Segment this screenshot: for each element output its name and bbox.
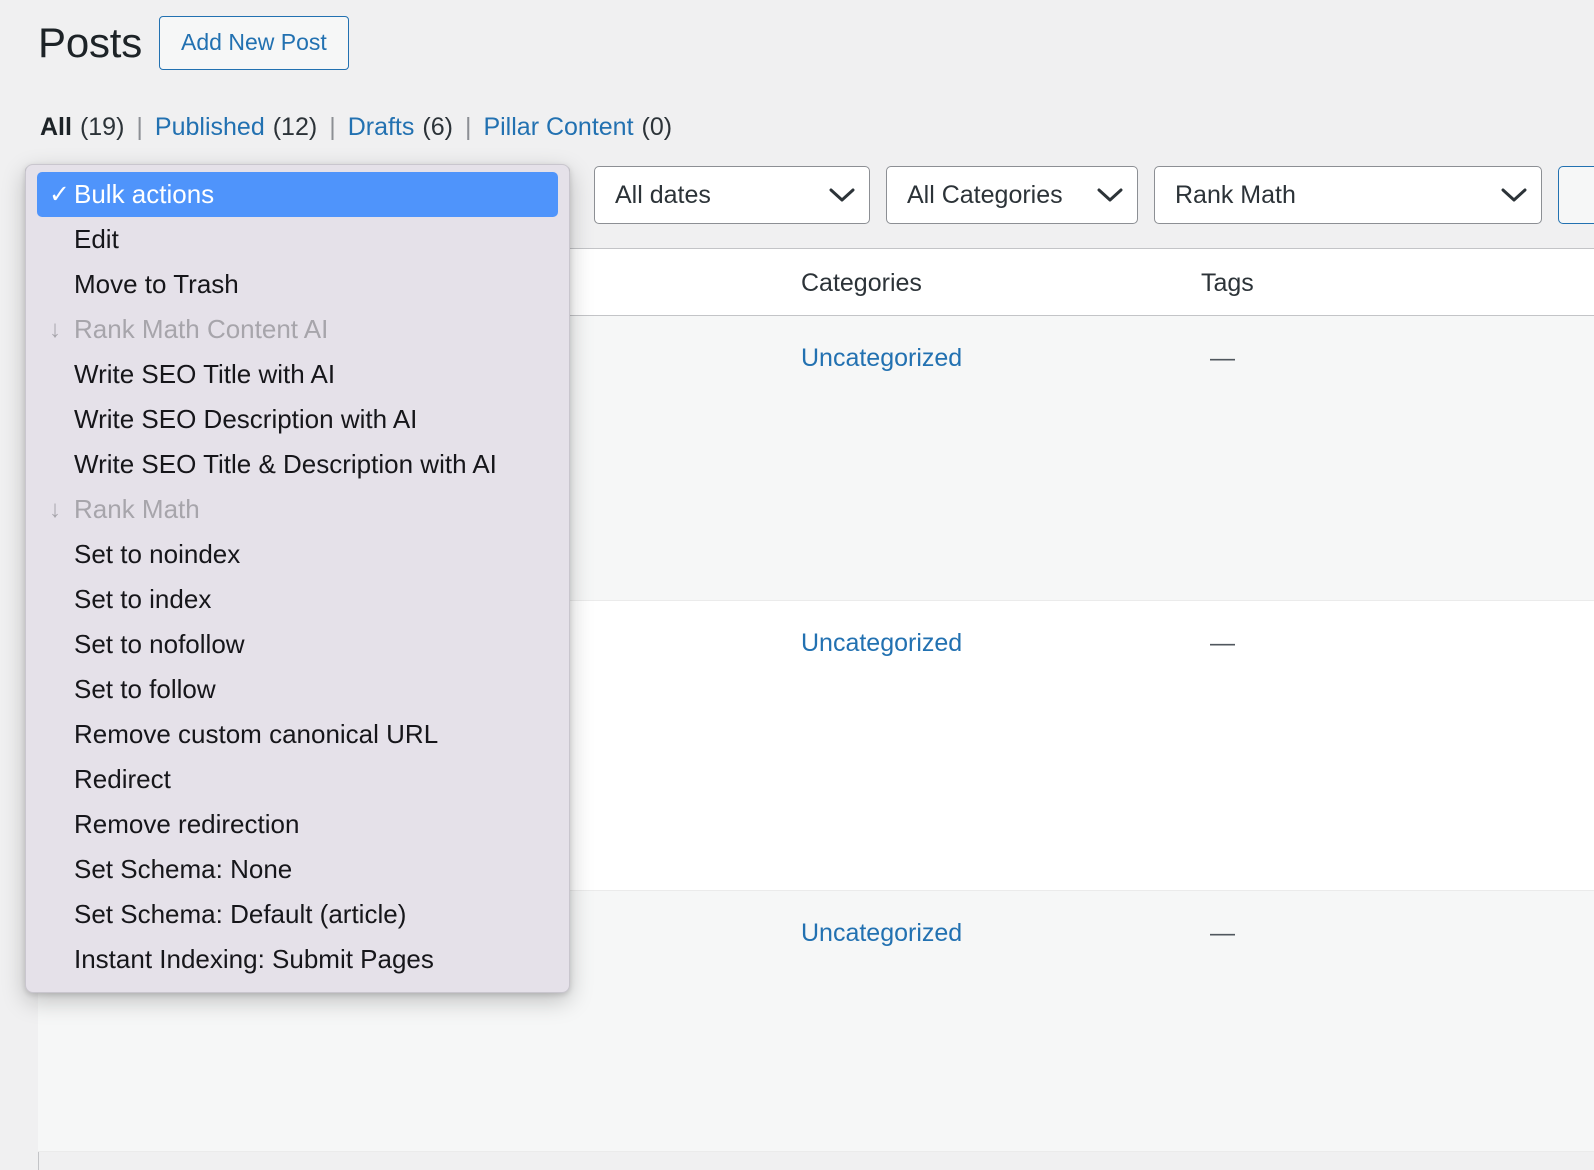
dropdown-item-label: Instant Indexing: Submit Pages	[74, 944, 434, 974]
dropdown-item-label: Set Schema: Default (article)	[74, 899, 407, 929]
dropdown-item-label: Set to follow	[74, 674, 216, 704]
dropdown-group-rank-math-content-ai: ↓ Rank Math Content AI	[26, 307, 569, 352]
dropdown-item-set-to-follow[interactable]: Set to follow	[26, 667, 569, 712]
chevron-down-icon	[811, 187, 855, 203]
dropdown-item-set-schema-default-article[interactable]: Set Schema: Default (article)	[26, 892, 569, 937]
category-filter-select[interactable]: All Categories	[886, 166, 1138, 224]
category-link[interactable]: Uncategorized	[801, 344, 962, 372]
dropdown-item-label: Move to Trash	[74, 269, 239, 299]
status-link-published[interactable]: Published (12)	[155, 113, 317, 142]
status-link-drafts-label: Drafts	[347, 113, 415, 141]
date-filter-select-value: All dates	[615, 180, 711, 209]
row-categories-cell: Uncategorized	[801, 629, 962, 658]
dropdown-item-label: Write SEO Description with AI	[74, 404, 418, 434]
status-link-drafts[interactable]: Drafts (6)	[348, 113, 453, 142]
dropdown-item-edit[interactable]: Edit	[26, 217, 569, 262]
arrow-down-icon: ↓	[49, 315, 61, 343]
rank-math-filter-select-value: Rank Math	[1175, 180, 1296, 209]
dropdown-item-write-seo-description-with-ai[interactable]: Write SEO Description with AI	[26, 397, 569, 442]
dropdown-item-write-seo-title-and-description-with-ai[interactable]: Write SEO Title & Description with AI	[26, 442, 569, 487]
status-link-drafts-count: (6)	[422, 113, 453, 141]
dropdown-item-label: Edit	[74, 224, 119, 254]
row-tags-cell: —	[1210, 344, 1235, 372]
status-link-pillar-content-label: Pillar Content	[483, 113, 634, 141]
status-link-all-label: All	[40, 113, 72, 141]
dropdown-item-write-seo-title-with-ai[interactable]: Write SEO Title with AI	[26, 352, 569, 397]
rank-math-filter-select[interactable]: Rank Math	[1154, 166, 1542, 224]
dropdown-group-label: Rank Math	[74, 494, 200, 524]
chevron-down-icon	[1079, 187, 1123, 203]
column-header-categories[interactable]: Categories	[801, 269, 922, 298]
row-categories-cell: Uncategorized	[801, 919, 962, 948]
dropdown-item-label: Remove redirection	[74, 809, 300, 839]
dropdown-item-remove-redirection[interactable]: Remove redirection	[26, 802, 569, 847]
dropdown-item-label: Remove custom canonical URL	[74, 719, 439, 749]
add-new-post-button[interactable]: Add New Post	[159, 16, 349, 70]
category-link[interactable]: Uncategorized	[801, 629, 962, 657]
page-header: Posts Add New Post	[38, 16, 349, 70]
row-tags-cell: —	[1210, 629, 1235, 657]
status-link-all-count: (19)	[79, 113, 125, 141]
dropdown-item-label: Write SEO Title & Description with AI	[74, 449, 497, 479]
dropdown-item-set-schema-none[interactable]: Set Schema: None	[26, 847, 569, 892]
dropdown-group-label: Rank Math Content AI	[74, 314, 329, 344]
post-status-links: All (19) | Published (12) | Drafts (6) |…	[40, 113, 672, 142]
dropdown-item-label: Set Schema: None	[74, 854, 293, 884]
dropdown-item-label: Write SEO Title with AI	[74, 359, 336, 389]
column-header-tags[interactable]: Tags	[1201, 269, 1254, 298]
page-title: Posts	[38, 18, 143, 66]
dropdown-item-redirect[interactable]: Redirect	[26, 757, 569, 802]
dropdown-item-remove-custom-canonical-url[interactable]: Remove custom canonical URL	[26, 712, 569, 757]
status-link-published-label: Published	[154, 113, 265, 141]
dropdown-item-label: Bulk actions	[74, 179, 215, 209]
dropdown-item-set-to-nofollow[interactable]: Set to nofollow	[26, 622, 569, 667]
bulk-actions-dropdown-menu[interactable]: ✓ Bulk actions Edit Move to Trash ↓ Rank…	[25, 164, 570, 993]
status-link-all[interactable]: All (19)	[40, 113, 124, 142]
dropdown-item-set-to-index[interactable]: Set to index	[26, 577, 569, 622]
status-link-pillar-content-count: (0)	[641, 113, 673, 141]
status-separator-3: |	[464, 113, 472, 141]
dropdown-item-move-to-trash[interactable]: Move to Trash	[26, 262, 569, 307]
status-separator-1: |	[136, 113, 143, 141]
dropdown-item-instant-indexing-submit-pages[interactable]: Instant Indexing: Submit Pages	[26, 937, 569, 982]
dropdown-item-label: Set to index	[74, 584, 212, 614]
row-tags-cell: —	[1210, 919, 1235, 947]
status-link-published-count: (12)	[272, 113, 318, 141]
check-icon: ✓	[49, 180, 70, 208]
status-separator-2: |	[329, 113, 336, 141]
filter-button[interactable]	[1558, 166, 1594, 224]
row-categories-cell: Uncategorized	[801, 344, 962, 373]
status-link-pillar-content[interactable]: Pillar Content (0)	[483, 113, 672, 142]
dropdown-item-label: Redirect	[74, 764, 171, 794]
category-link[interactable]: Uncategorized	[801, 919, 962, 947]
dropdown-item-label: Set to nofollow	[74, 629, 245, 659]
dropdown-group-rank-math: ↓ Rank Math	[26, 487, 569, 532]
dropdown-item-bulk-actions[interactable]: ✓ Bulk actions	[37, 172, 558, 217]
dropdown-item-set-to-noindex[interactable]: Set to noindex	[26, 532, 569, 577]
dropdown-item-label: Set to noindex	[74, 539, 241, 569]
date-filter-select[interactable]: All dates	[594, 166, 870, 224]
arrow-down-icon: ↓	[49, 495, 61, 523]
category-filter-select-value: All Categories	[907, 180, 1063, 209]
chevron-down-icon	[1483, 187, 1527, 203]
